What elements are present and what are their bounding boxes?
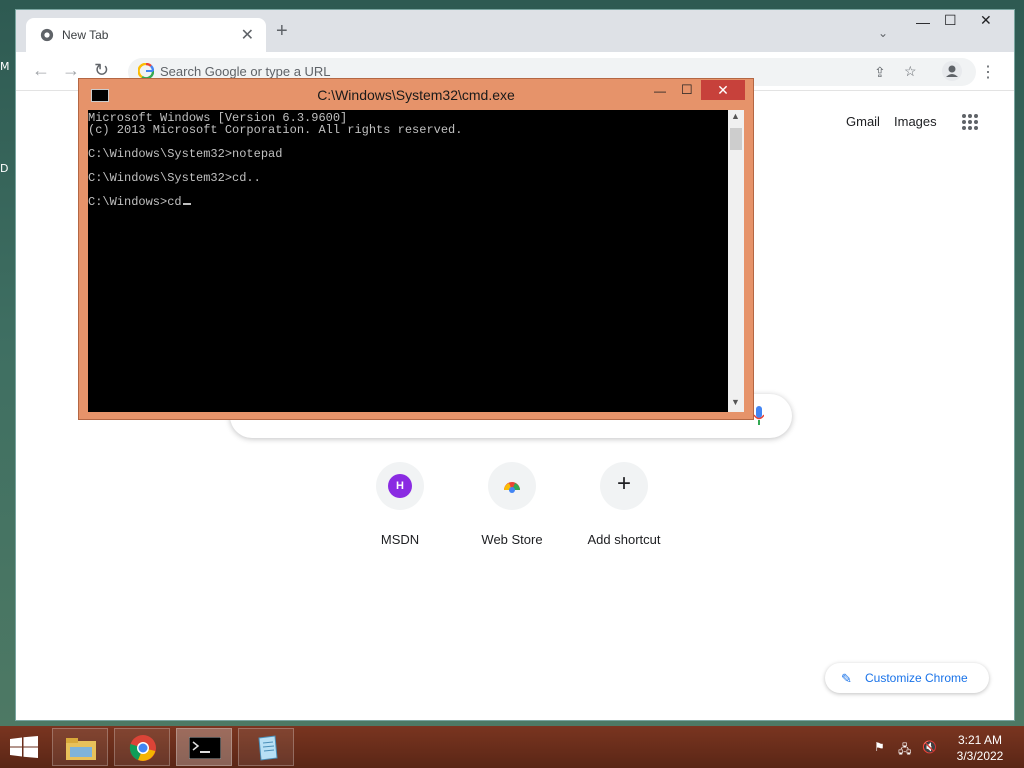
cmd-maximize-icon[interactable]: ☐ xyxy=(681,82,693,98)
pencil-icon: ✎ xyxy=(841,671,852,686)
scroll-down-arrow-icon[interactable]: ▼ xyxy=(731,397,740,407)
notepad-icon xyxy=(258,735,278,761)
cmd-title-bar[interactable]: C:\Windows\System32\cmd.exe — ☐ ✕ xyxy=(79,79,753,109)
images-link[interactable]: Images xyxy=(894,114,937,129)
google-apps-icon[interactable] xyxy=(962,114,978,130)
taskbar-file-explorer[interactable] xyxy=(52,728,108,766)
volume-muted-icon[interactable]: 🔇 xyxy=(922,740,937,754)
console-line: C:\Windows\System32>notepad xyxy=(88,147,283,161)
cmd-title: C:\Windows\System32\cmd.exe xyxy=(317,87,515,103)
web-store-icon xyxy=(504,482,520,493)
cmd-minimize-icon[interactable]: — xyxy=(654,84,666,98)
shortcut-msdn[interactable]: H MSDN xyxy=(344,462,456,547)
cmd-close-icon[interactable]: ✕ xyxy=(701,80,745,100)
tab-title: New Tab xyxy=(62,28,109,42)
shortcut-tile xyxy=(488,462,536,510)
minimize-icon[interactable]: — xyxy=(916,14,930,30)
shortcut-tile: + xyxy=(600,462,648,510)
taskbar-notepad[interactable] xyxy=(238,728,294,766)
new-tab-button[interactable]: + xyxy=(276,21,288,41)
text-cursor xyxy=(182,203,191,205)
tab-close-icon[interactable]: ✕ xyxy=(241,25,254,45)
msdn-letter-badge: H xyxy=(388,474,412,498)
chrome-icon xyxy=(129,735,156,761)
taskbar-chrome[interactable] xyxy=(114,728,170,766)
tab-new-tab[interactable]: New Tab ✕ xyxy=(26,18,266,52)
console-line: (c) 2013 Microsoft Corporation. All righ… xyxy=(88,123,463,137)
back-arrow-icon[interactable]: ← xyxy=(32,60,50,81)
gmail-link[interactable]: Gmail xyxy=(846,114,880,129)
console-line-text: C:\Windows>cd xyxy=(88,195,182,209)
bookmark-star-icon[interactable]: ☆ xyxy=(904,63,917,80)
network-icon[interactable]: 🖧 xyxy=(898,740,911,761)
add-plus-icon: + xyxy=(616,470,631,497)
desktop-icon-label-fragment: M xyxy=(0,60,10,73)
cmd-window: C:\Windows\System32\cmd.exe — ☐ ✕ Micros… xyxy=(78,78,754,420)
shortcut-label: MSDN xyxy=(380,532,420,547)
shortcut-add[interactable]: + Add shortcut xyxy=(568,462,680,547)
file-explorer-icon xyxy=(66,738,96,760)
taskbar-clock[interactable]: 3:21 AM 3/3/2022 xyxy=(950,732,1010,764)
scroll-up-arrow-icon[interactable]: ▲ xyxy=(731,111,740,121)
shortcut-label: Add shortcut xyxy=(587,532,661,547)
profile-avatar-icon[interactable] xyxy=(942,61,962,81)
chrome-favicon-icon xyxy=(40,28,54,42)
share-icon[interactable]: ⇪ xyxy=(874,64,886,81)
taskbar: ⚑ 🖧 🔇 3:21 AM 3/3/2022 xyxy=(0,726,1024,768)
menu-kebab-icon[interactable]: ⋮ xyxy=(980,62,996,82)
address-bar-placeholder: Search Google or type a URL xyxy=(160,64,331,79)
scrollbar-thumb[interactable] xyxy=(730,128,742,150)
tab-strip: New Tab ✕ + ⌄ — ☐ ✕ xyxy=(16,10,1014,52)
clock-date: 3/3/2022 xyxy=(956,749,1004,763)
tab-search-chevron-icon[interactable]: ⌄ xyxy=(878,26,888,40)
shortcut-web-store[interactable]: Web Store xyxy=(456,462,568,547)
maximize-icon[interactable]: ☐ xyxy=(944,12,957,29)
action-center-flag-icon[interactable]: ⚑ xyxy=(874,740,885,754)
customize-chrome-label: Customize Chrome xyxy=(865,671,968,685)
voice-search-mic-icon[interactable] xyxy=(754,406,764,426)
customize-chrome-button[interactable]: ✎ Customize Chrome xyxy=(825,663,989,693)
shortcut-label: Web Store xyxy=(481,532,543,547)
taskbar-cmd[interactable] xyxy=(176,728,232,766)
clock-time: 3:21 AM xyxy=(957,733,1003,747)
windows-start-icon[interactable] xyxy=(10,736,38,758)
console-line: C:\Windows\System32>cd.. xyxy=(88,171,261,185)
desktop-icon-label-fragment: D xyxy=(0,162,9,175)
cmd-prompt-icon xyxy=(189,737,221,759)
console-prompt-line: C:\Windows>cd xyxy=(88,196,191,208)
cmd-console-output[interactable]: Microsoft Windows [Version 6.3.9600] (c)… xyxy=(88,110,728,412)
cmd-vertical-scrollbar[interactable]: ▲ ▼ xyxy=(728,110,744,412)
shortcut-tile: H xyxy=(376,462,424,510)
close-window-icon[interactable]: ✕ xyxy=(980,12,992,29)
google-g-icon xyxy=(138,63,154,79)
